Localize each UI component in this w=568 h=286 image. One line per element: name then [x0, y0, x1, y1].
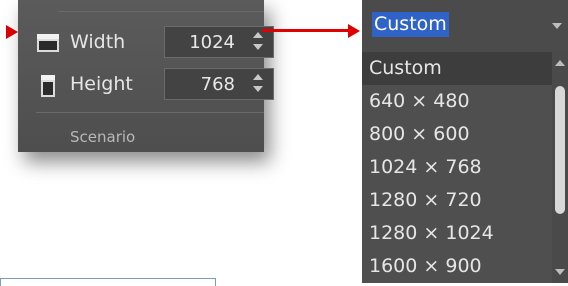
scroll-up-icon[interactable] [555, 60, 565, 66]
height-spinbox[interactable]: 768 [164, 68, 274, 100]
width-value[interactable]: 1024 [189, 32, 235, 53]
divider [36, 112, 264, 113]
width-label: Width [70, 31, 126, 53]
list-item[interactable]: 800 × 600 [362, 118, 552, 151]
height-stepper[interactable] [252, 73, 264, 95]
list-item[interactable]: 1024 × 768 [362, 151, 552, 184]
scenario-panel: Width 1024 Height 768 Scenario [18, 0, 274, 152]
combobox-selected-value[interactable]: Custom [372, 12, 449, 37]
chevron-down-icon[interactable] [253, 44, 263, 50]
width-spinbox[interactable]: 1024 [164, 26, 274, 58]
partial-input-field[interactable] [0, 278, 216, 286]
dropdown-caret-icon[interactable] [552, 23, 562, 29]
list-item[interactable]: 1280 × 1024 [362, 217, 552, 250]
arrow-line-panel-to-dropdown [262, 29, 350, 32]
height-label: Height [70, 73, 133, 95]
resolution-options-list: Custom 640 × 480 800 × 600 1024 × 768 12… [362, 52, 568, 283]
scrollbar-thumb[interactable] [555, 86, 565, 214]
width-icon [36, 33, 60, 57]
list-item[interactable]: 1280 × 720 [362, 184, 552, 217]
chevron-down-icon[interactable] [253, 86, 263, 92]
list-item[interactable]: 640 × 480 [362, 85, 552, 118]
chevron-up-icon[interactable] [253, 32, 263, 38]
width-row: Width 1024 [18, 24, 274, 60]
list-scrollbar[interactable] [552, 52, 568, 283]
chevron-up-icon[interactable] [253, 74, 263, 80]
arrow-head-to-dropdown [348, 24, 360, 38]
section-label-scenario: Scenario [70, 128, 136, 146]
resolution-dropdown[interactable]: Custom Custom 640 × 480 800 × 600 1024 ×… [362, 0, 568, 283]
list-item[interactable]: 1600 × 900 [362, 250, 552, 283]
width-stepper[interactable] [252, 31, 264, 53]
height-value[interactable]: 768 [201, 74, 235, 95]
height-icon [36, 75, 60, 101]
height-row: Height 768 [18, 66, 274, 102]
resolution-combobox[interactable]: Custom [362, 6, 568, 44]
scroll-down-icon[interactable] [555, 269, 565, 275]
divider [58, 11, 264, 12]
arrow-head-into-panel [6, 25, 18, 39]
list-item[interactable]: Custom [362, 52, 552, 85]
